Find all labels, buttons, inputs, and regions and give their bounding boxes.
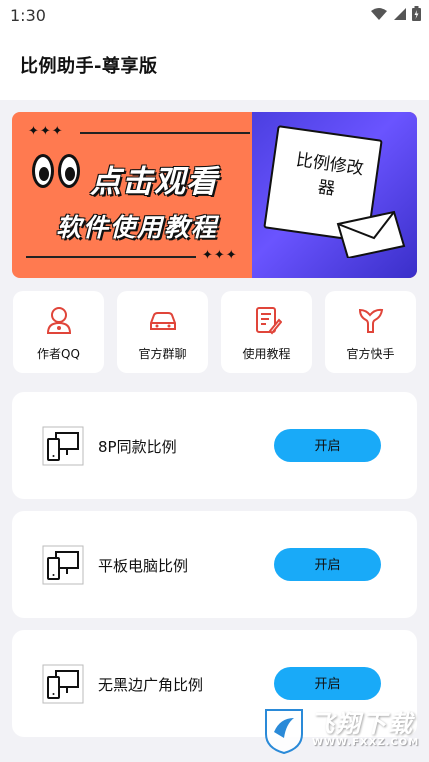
quick-link-label: 使用教程 [242,347,291,361]
ratio-card-8p: 8P同款比例 开启 [12,392,417,499]
devices-icon [42,426,84,466]
signal-icon [394,7,406,20]
sparkle-icon: ✦✦✦ [202,248,238,263]
ratio-name: 平板电脑比例 [98,557,189,575]
quick-link-official-group[interactable]: 官方群聊 [117,291,208,373]
banner-divider-top [80,132,250,134]
sparkle-icon: ✦✦✦ [28,124,64,139]
enable-button[interactable]: 开启 [274,548,381,581]
watermark: 飞翔下载 WWW.FXXZ.COM [262,704,422,756]
quick-link-label: 作者QQ [37,347,80,361]
status-time: 1:30 [10,6,46,25]
eyes-icon [32,154,80,188]
watermark-url: WWW.FXXZ.COM [312,737,420,748]
car-icon [150,312,176,330]
quick-link-label: 官方群聊 [138,347,187,361]
document-edit-icon [256,307,282,335]
ratio-name: 无黑边广角比例 [98,676,204,694]
battery-icon [412,6,421,21]
wifi-icon [371,7,387,20]
enable-button[interactable]: 开启 [274,429,381,462]
devices-icon [42,545,84,585]
banner-divider-bottom [26,256,196,258]
watermark-name: 飞翔下载 [310,710,414,738]
banner-headline: 点击观看 [90,164,218,200]
note-text: 比例修改器 [294,150,365,200]
status-bar: 1:30 [0,0,429,30]
user-icon [46,307,72,334]
ratio-name: 8P同款比例 [98,438,177,456]
quick-link-kuaishou[interactable]: 官方快手 [325,291,416,373]
envelope-icon [336,210,406,258]
kuaishou-icon [358,308,384,333]
status-icons [370,6,421,21]
quick-link-author-qq[interactable]: 作者QQ [13,291,104,373]
page-title: 比例助手-尊享版 [20,56,158,77]
app-header: 比例助手-尊享版 [0,30,429,100]
enable-button[interactable]: 开启 [274,667,381,700]
banner-subline: 软件使用教程 [56,213,219,242]
quick-link-label: 官方快手 [346,347,395,361]
ratio-card-tablet: 平板电脑比例 开启 [12,511,417,618]
devices-icon [42,664,84,704]
watermark-logo-icon [265,709,303,754]
tutorial-banner[interactable]: ✦✦✦ ✦✦✦ 点击观看 软件使用教程 比例修改器 [12,112,417,278]
quick-link-tutorial[interactable]: 使用教程 [221,291,312,373]
